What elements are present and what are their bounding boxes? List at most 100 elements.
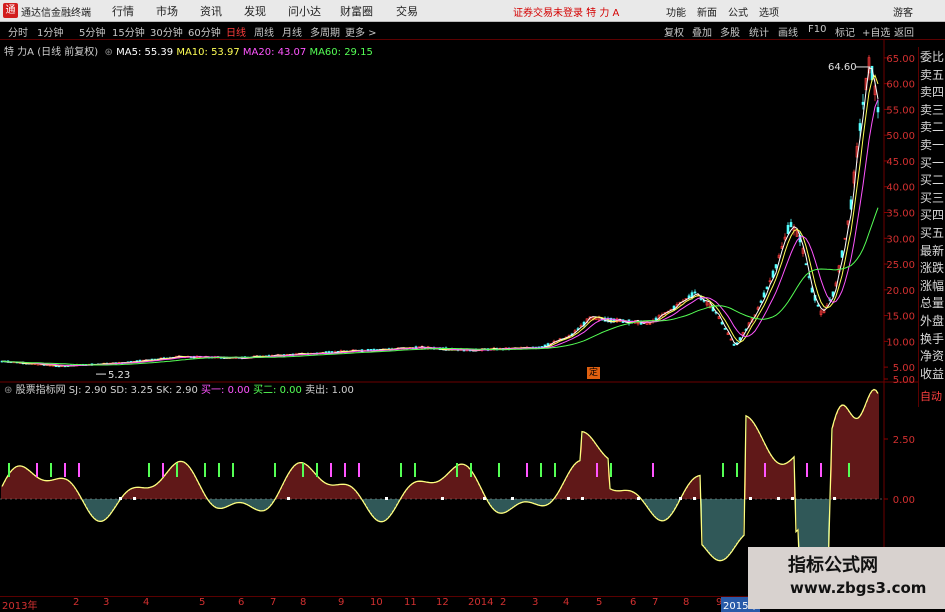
marker-tag[interactable]: 定: [587, 367, 600, 379]
stock-label: 特 力A (日线 前复权): [4, 47, 99, 58]
tool-adjust[interactable]: 复权: [664, 24, 684, 39]
right-col-item[interactable]: 涨跌: [920, 259, 945, 277]
ma60-label: MA60: 29.15: [309, 47, 373, 58]
period-1min[interactable]: 1分钟: [37, 24, 63, 39]
menu-item-ask[interactable]: 问小达: [288, 3, 321, 19]
right-col-item[interactable]: 收益: [920, 365, 945, 383]
watermark: 指标公式网 www.zbgs3.com: [748, 547, 945, 609]
date-label: 5: [199, 597, 206, 608]
signal-marker: [470, 463, 472, 477]
right-col-item[interactable]: 卖二: [920, 118, 945, 136]
trade-login-notice[interactable]: 证券交易未登录 特 力 A: [513, 4, 619, 19]
sell-dot: [511, 497, 514, 500]
tool-mark[interactable]: 标记: [835, 24, 855, 39]
period-30min[interactable]: 30分钟: [150, 24, 183, 39]
auto-button[interactable]: 自动: [920, 388, 942, 404]
tool-back[interactable]: 返回: [894, 24, 914, 39]
date-label: 5: [596, 597, 603, 608]
right-col-item[interactable]: 买四: [920, 206, 945, 224]
tool-overlay[interactable]: 叠加: [692, 24, 712, 39]
period-60min[interactable]: 60分钟: [188, 24, 221, 39]
right-col-item[interactable]: 最新: [920, 242, 945, 260]
indicator-param: SD: 3.25: [110, 385, 153, 396]
sell-dot: [637, 497, 640, 500]
candle-body: [765, 286, 769, 289]
signal-marker: [820, 463, 822, 477]
right-col-item[interactable]: 买二: [920, 171, 945, 189]
period-weekly[interactable]: 周线: [254, 24, 274, 39]
candle-body: [693, 291, 697, 294]
menu-item-wealth[interactable]: 财富圈: [340, 3, 373, 19]
menu-item-news[interactable]: 资讯: [200, 3, 222, 19]
settings-icon[interactable]: ⊛: [4, 385, 12, 396]
candle-body: [876, 107, 880, 113]
ma20-line: [1, 99, 879, 367]
menu-item-options[interactable]: 选项: [759, 4, 779, 19]
guest-label[interactable]: 游客: [893, 4, 913, 19]
ma60-line: [1, 207, 879, 366]
right-col-item[interactable]: 委比: [920, 48, 945, 66]
right-col-item[interactable]: 净资: [920, 347, 945, 365]
right-col-item[interactable]: 外盘: [920, 312, 945, 330]
period-monthly[interactable]: 月线: [282, 24, 302, 39]
indicator-name[interactable]: 股票指标网: [16, 385, 66, 396]
menu-item-market-quotes[interactable]: 行情: [112, 3, 134, 19]
date-label: 6: [630, 597, 637, 608]
sell-dot: [287, 497, 290, 500]
menu-item-new-layout[interactable]: 新面: [697, 4, 717, 19]
indicator-legend: ⊛ 股票指标网 SJ: 2.90 SD: 3.25 SK: 2.90 买一: 0…: [4, 381, 354, 396]
tool-add-watchlist[interactable]: +自选: [862, 24, 890, 39]
menu-item-function[interactable]: 功能: [666, 4, 686, 19]
right-col-item[interactable]: 卖一: [920, 136, 945, 154]
tool-multi-stock[interactable]: 多股: [720, 24, 740, 39]
date-label: 6: [238, 597, 245, 608]
indicator-param: SJ: 2.90: [68, 385, 107, 396]
date-label: 8: [683, 597, 690, 608]
menu-item-trade[interactable]: 交易: [396, 3, 418, 19]
right-col-item[interactable]: 卖四: [920, 83, 945, 101]
right-col-item[interactable]: 换手: [920, 330, 945, 348]
period-daily[interactable]: 日线: [226, 24, 246, 39]
period-5min[interactable]: 5分钟: [79, 24, 105, 39]
right-col-item[interactable]: 买三: [920, 189, 945, 207]
date-label: 9: [338, 597, 345, 608]
sell-dot: [483, 497, 486, 500]
watermark-url: www.zbgs3.com: [790, 579, 927, 597]
tool-f10[interactable]: F10: [808, 24, 826, 35]
right-col-item[interactable]: 买五: [920, 224, 945, 242]
candle-body: [858, 123, 862, 131]
y-tick-label: 55.00: [886, 105, 915, 116]
right-col-item[interactable]: 总量: [920, 294, 945, 312]
period-intraday[interactable]: 分时: [8, 24, 28, 39]
signal-marker: [232, 463, 234, 477]
settings-icon[interactable]: ⊛: [101, 47, 113, 58]
date-label: 3: [532, 597, 539, 608]
candle-body: [789, 222, 793, 228]
tool-stats[interactable]: 统计: [749, 24, 769, 39]
tool-draw-line[interactable]: 画线: [778, 24, 798, 39]
candle-body: [36, 363, 40, 366]
signal-marker: [204, 463, 206, 477]
ind-y-tick-label: 2.50: [893, 435, 915, 446]
menu-item-discover[interactable]: 发现: [244, 3, 266, 19]
signal-marker: [596, 463, 598, 477]
period-multi[interactable]: 多周期: [310, 24, 340, 39]
signal-marker: [736, 463, 738, 477]
period-more[interactable]: 更多 >: [345, 24, 377, 39]
right-col-item[interactable]: 涨幅: [920, 277, 945, 295]
date-label: 11: [404, 597, 417, 608]
period-15min[interactable]: 15分钟: [112, 24, 145, 39]
ma5-line: [1, 67, 879, 367]
menu-item-market[interactable]: 市场: [156, 3, 178, 19]
menu-item-formula[interactable]: 公式: [728, 4, 748, 19]
ma-legend: 特 力A (日线 前复权) ⊛ MA5: 55.39 MA10: 53.97 M…: [4, 43, 373, 58]
app-logo-icon: 通: [3, 3, 18, 18]
right-col-item[interactable]: 卖五: [920, 66, 945, 84]
right-col-item[interactable]: 买一: [920, 154, 945, 172]
kline-chart[interactable]: 65.00 60.00 55.00 50.00 45.00 40.00 35.00 30.00…: [0, 40, 918, 596]
signal-marker: [64, 463, 66, 477]
signal-marker: [540, 463, 542, 477]
signal-marker: [274, 463, 276, 477]
right-col-item[interactable]: 卖三: [920, 101, 945, 119]
sell-dot: [567, 497, 570, 500]
